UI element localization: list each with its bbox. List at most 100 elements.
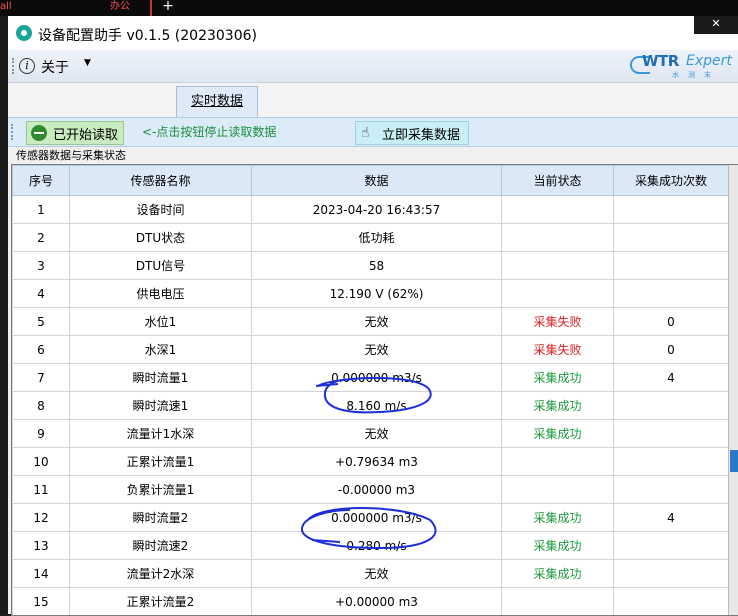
about-menu[interactable]: 关于 (41, 57, 69, 77)
cell-status (502, 448, 614, 476)
cell-data: 低功耗 (252, 224, 502, 252)
table-row[interactable]: 12瞬时流量20.000000 m3/s采集成功4 (13, 504, 729, 532)
cell-sensor-name: 瞬时流速1 (70, 392, 252, 420)
cell-sensor-name: 水深1 (70, 336, 252, 364)
cell-status: 采集成功 (502, 560, 614, 588)
cell-status: 采集失败 (502, 308, 614, 336)
cell-status (502, 476, 614, 504)
table-row[interactable]: 6水深1无效采集失败0 (13, 336, 729, 364)
header-data[interactable]: 数据 (252, 166, 502, 196)
system-top-strip: all 办公 + (0, 0, 738, 16)
cell-success-count (614, 532, 729, 560)
scrollbar-thumb[interactable] (730, 450, 738, 472)
cell-data: 0.000000 m3/s (252, 364, 502, 392)
group-label: 传感器数据与采集状态 (16, 147, 126, 163)
cell-sensor-name: 水位1 (70, 308, 252, 336)
header-no[interactable]: 序号 (13, 166, 70, 196)
cell-sensor-name: 瞬时流速2 (70, 532, 252, 560)
cell-no: 15 (13, 588, 70, 616)
cell-no: 13 (13, 532, 70, 560)
cell-no: 12 (13, 504, 70, 532)
cell-success-count: 0 (614, 336, 729, 364)
toolbar-grip (11, 124, 13, 140)
table-row[interactable]: 15正累计流量2+0.00000 m3 (13, 588, 729, 616)
cell-no: 14 (13, 560, 70, 588)
table-row[interactable]: 1设备时间2023-04-20 16:43:57 (13, 196, 729, 224)
cell-sensor-name: DTU状态 (70, 224, 252, 252)
cell-sensor-name: 正累计流量1 (70, 448, 252, 476)
header-status[interactable]: 当前状态 (502, 166, 614, 196)
sensor-table: 序号 传感器名称 数据 当前状态 采集成功次数 1设备时间2023-04-20 … (12, 165, 729, 616)
cell-sensor-name: 设备时间 (70, 196, 252, 224)
tab-realtime-data[interactable]: 实时数据 (176, 86, 258, 117)
cell-status: 采集成功 (502, 504, 614, 532)
tab-strip: 实时数据 (8, 83, 738, 117)
collect-now-button[interactable]: ☝ 立即采集数据 (355, 121, 469, 145)
cell-data: 无效 (252, 560, 502, 588)
cell-no: 9 (13, 420, 70, 448)
header-sensor-name[interactable]: 传感器名称 (70, 166, 252, 196)
cell-status: 采集成功 (502, 532, 614, 560)
cell-sensor-name: 负累计流量1 (70, 476, 252, 504)
logo-text-expert: Expert (686, 53, 732, 69)
table-row[interactable]: 14流量计2水深无效采集成功 (13, 560, 729, 588)
sensor-data-grid[interactable]: 序号 传感器名称 数据 当前状态 采集成功次数 1设备时间2023-04-20 … (11, 164, 738, 616)
cell-data: 无效 (252, 308, 502, 336)
table-row[interactable]: 5水位1无效采集失败0 (13, 308, 729, 336)
cell-status: 采集失败 (502, 336, 614, 364)
app-window: 设备配置助手 v0.1.5 (20230306) ✕ i 关于 ▼ WTR Ex… (8, 16, 738, 614)
cell-no: 1 (13, 196, 70, 224)
cell-success-count (614, 588, 729, 616)
table-row[interactable]: 13瞬时流速20.280 m/s采集成功 (13, 532, 729, 560)
close-button[interactable]: ✕ (694, 16, 738, 34)
cell-sensor-name: 瞬时流量1 (70, 364, 252, 392)
cell-status (502, 280, 614, 308)
cell-sensor-name: 供电电压 (70, 280, 252, 308)
table-row[interactable]: 4供电电压12.190 V (62%) (13, 280, 729, 308)
logo-text-wtr: WTR (642, 52, 679, 70)
start-reading-button[interactable]: 已开始读取 (26, 121, 124, 145)
cell-success-count: 0 (614, 308, 729, 336)
table-row[interactable]: 11负累计流量1-0.00000 m3 (13, 476, 729, 504)
cell-status (502, 252, 614, 280)
table-row[interactable]: 9流量计1水深无效采集成功 (13, 420, 729, 448)
cell-no: 3 (13, 252, 70, 280)
menu-grip (12, 58, 17, 74)
cell-data: +0.79634 m3 (252, 448, 502, 476)
table-row[interactable]: 3DTU信号58 (13, 252, 729, 280)
table-row[interactable]: 7瞬时流量10.000000 m3/s采集成功4 (13, 364, 729, 392)
cell-no: 6 (13, 336, 70, 364)
cell-sensor-name: 流量计1水深 (70, 420, 252, 448)
cell-data: +0.00000 m3 (252, 588, 502, 616)
menu-bar: i 关于 ▼ WTR Expert 水测末 (8, 50, 738, 83)
start-reading-label: 已开始读取 (53, 124, 118, 143)
header-success-count[interactable]: 采集成功次数 (614, 166, 729, 196)
cell-data: 0.280 m/s (252, 532, 502, 560)
collect-now-label: 立即采集数据 (382, 124, 460, 143)
cell-data: 12.190 V (62%) (252, 280, 502, 308)
cell-no: 8 (13, 392, 70, 420)
cell-success-count (614, 448, 729, 476)
brand-logo: WTR Expert 水测末 (628, 50, 738, 82)
info-icon[interactable]: i (19, 58, 35, 74)
chevron-down-icon[interactable]: ▼ (84, 58, 91, 68)
table-header-row: 序号 传感器名称 数据 当前状态 采集成功次数 (13, 166, 729, 196)
tab-fragment[interactable]: 办公 (110, 0, 130, 16)
cell-success-count: 4 (614, 364, 729, 392)
table-row[interactable]: 8瞬时流速18.160 m/s采集成功 (13, 392, 729, 420)
table-row[interactable]: 10正累计流量1+0.79634 m3 (13, 448, 729, 476)
stop-icon (31, 125, 47, 141)
cell-data: 无效 (252, 420, 502, 448)
cell-data: 58 (252, 252, 502, 280)
cell-success-count (614, 280, 729, 308)
vertical-scrollbar[interactable] (728, 165, 738, 615)
cell-no: 2 (13, 224, 70, 252)
cell-status (502, 196, 614, 224)
tab-separator (150, 0, 152, 16)
cell-status: 采集成功 (502, 364, 614, 392)
table-row[interactable]: 2DTU状态低功耗 (13, 224, 729, 252)
cell-no: 5 (13, 308, 70, 336)
new-tab-button[interactable]: + (160, 0, 176, 14)
cell-no: 10 (13, 448, 70, 476)
logo-subtext: 水测末 (672, 70, 720, 80)
